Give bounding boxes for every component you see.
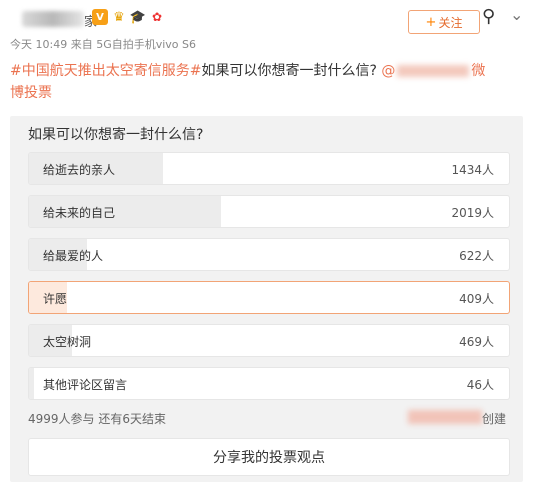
poll-option-count: 409人 [459, 292, 494, 306]
poll-option-label: 其他评论区留言 [43, 378, 128, 392]
graduation-cap-icon: 🎓 [129, 9, 147, 25]
poll-option[interactable]: 给未来的自己 2019人 [28, 195, 510, 228]
poll-option[interactable]: 给最爱的人 622人 [28, 238, 510, 271]
poll-option-label: 许愿 [43, 292, 68, 306]
blurred-mention [397, 65, 470, 77]
poll-option[interactable]: 太空树洞 469人 [28, 324, 510, 357]
poll-option-label: 给最爱的人 [43, 249, 104, 263]
poll-option[interactable]: 给逝去的亲人 1434人 [28, 152, 510, 185]
poll-option-count: 469人 [459, 335, 494, 349]
poll-question: 如果可以你想寄一封什么信? [28, 127, 204, 143]
share-opinion-button[interactable]: 分享我的投票观点 [28, 438, 510, 476]
gift-icon: ✿ [149, 9, 165, 25]
post-body: 如果可以你想寄一封什么信? [201, 63, 377, 79]
poll-option-count: 46人 [466, 378, 494, 392]
poll-card: 如果可以你想寄一封什么信? 给逝去的亲人 1434人给未来的自己 2019人给最爱的… [10, 116, 523, 482]
decoration-icon: ⚲ [482, 6, 496, 27]
blurred-creator [408, 410, 482, 424]
post-header: 家 V ♛ 🎓 ✿ 今天 10:49 来自 5G自拍手机vivo S6 + 关注… [0, 0, 536, 58]
poll-option-label: 给未来的自己 [43, 206, 116, 220]
poll-option-label: 太空树洞 [43, 335, 92, 349]
topic-link[interactable]: #中国航天推出太空寄信服务# [10, 63, 201, 79]
plus-icon: + [425, 14, 437, 30]
poll-option-bar [29, 368, 34, 399]
poll-summary: 4999人参与 还有6天结束 [28, 412, 166, 426]
poll-option-count: 622人 [459, 249, 494, 263]
chevron-down-icon[interactable]: ⌄ [510, 5, 523, 24]
poll-option[interactable]: 许愿 409人 [28, 281, 510, 314]
verified-v-icon: V [92, 9, 108, 25]
blurred-username [22, 11, 84, 27]
poll-option[interactable]: 其他评论区留言 46人 [28, 367, 510, 400]
poll-created: 创建 [482, 412, 507, 426]
follow-button[interactable]: + 关注 [408, 10, 480, 34]
poll-option-label: 给逝去的亲人 [43, 163, 116, 177]
user-badges: V ♛ 🎓 ✿ [92, 9, 165, 25]
poll-option-count: 1434人 [451, 163, 494, 177]
follow-label: 关注 [438, 15, 463, 30]
post-text: #中国航天推出太空寄信服务#如果可以你想寄一封什么信? @ 微博投票 [10, 60, 520, 104]
post-meta: 今天 10:49 来自 5G自拍手机vivo S6 [10, 38, 196, 51]
crown-icon: ♛ [111, 9, 127, 25]
poll-option-count: 2019人 [451, 206, 494, 220]
